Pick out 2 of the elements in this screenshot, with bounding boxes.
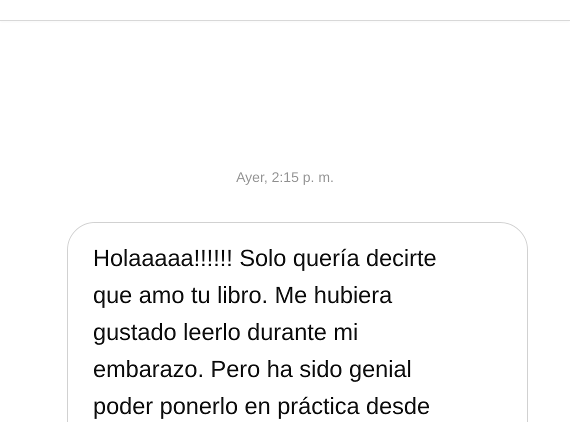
message-timestamp: Ayer, 2:15 p. m. <box>236 168 334 186</box>
message-text: Holaaaaa!!!!!! Solo quería decirte que amo tu libro. Me hubiera gustado leerlo durante mi embarazo. Pero ha sido genial poder ponerlo en práctica desde <box>93 244 437 421</box>
